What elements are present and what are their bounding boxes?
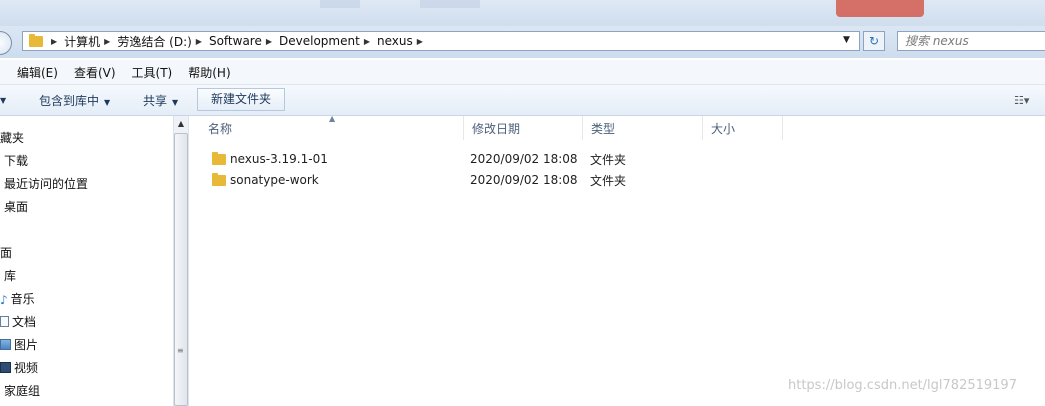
nav-label: 下载	[4, 154, 29, 168]
breadcrumb-drive[interactable]: 劳逸结合 (D:) ▶	[117, 33, 209, 50]
column-header-type[interactable]: 类型	[583, 116, 703, 140]
organize-dropdown-icon[interactable]: ▼	[0, 92, 6, 106]
close-window-button[interactable]	[836, 0, 924, 17]
nav-label: 家庭组	[4, 384, 41, 398]
nav-label: 收藏夹	[0, 131, 25, 145]
breadcrumb-label: 计算机	[64, 34, 101, 49]
nav-favorites[interactable]: 收藏夹	[0, 129, 24, 146]
file-row[interactable]: nexus-3.19.1-01 2020/09/02 18:08 文件夹	[205, 149, 1045, 169]
scroll-grip-icon: ≡	[177, 346, 184, 355]
address-bar[interactable]: ▶ 计算机 ▶ 劳逸结合 (D:) ▶ Software ▶ Development ▶…	[22, 31, 860, 51]
document-icon	[0, 316, 9, 327]
file-date: 2020/09/02 18:08	[470, 173, 578, 187]
share-button[interactable]: 共享 ▼	[143, 92, 178, 109]
menu-edit[interactable]: 编辑(E)	[17, 64, 58, 81]
refresh-icon: ↻	[868, 34, 880, 48]
folder-icon	[212, 151, 226, 165]
nav-downloads[interactable]: 下载	[4, 152, 28, 169]
nav-recent-places[interactable]: 最近访问的位置	[4, 175, 88, 192]
file-type: 文件夹	[590, 152, 627, 167]
scroll-thumb[interactable]	[174, 133, 188, 406]
menu-tools[interactable]: 工具(T)	[132, 64, 173, 81]
new-folder-button[interactable]: 新建文件夹	[197, 88, 285, 111]
file-name: nexus-3.19.1-01	[230, 152, 328, 166]
file-date: 2020/09/02 18:08	[470, 152, 578, 166]
column-header-size[interactable]: 大小	[703, 116, 783, 140]
column-header-name[interactable]: 名称	[200, 116, 464, 140]
breadcrumb-software[interactable]: Software ▶	[209, 34, 279, 48]
music-note-icon: ♪	[0, 293, 8, 307]
breadcrumb-label: Software	[208, 34, 262, 48]
breadcrumb-computer[interactable]: 计算机 ▶	[64, 33, 117, 50]
nav-label: 音乐	[10, 292, 35, 306]
nav-label: 最近访问的位置	[4, 177, 89, 191]
breadcrumb-arrow-icon[interactable]: ▶	[51, 37, 57, 46]
nav-desktop[interactable]: 桌面	[0, 244, 12, 261]
nav-libraries[interactable]: 库	[4, 267, 16, 284]
folder-icon	[29, 33, 43, 47]
nav-desktop-favorite[interactable]: 桌面	[4, 198, 28, 215]
view-options-icon[interactable]: ☷▾	[1014, 94, 1029, 107]
breadcrumb-arrow-icon[interactable]: ▶	[364, 37, 370, 46]
nav-documents[interactable]: 文档	[0, 313, 36, 330]
file-row[interactable]: sonatype-work 2020/09/02 18:08 文件夹	[205, 170, 1045, 190]
nav-homegroup[interactable]: 家庭组	[4, 382, 40, 399]
share-label: 共享	[143, 94, 168, 108]
menu-view[interactable]: 查看(V)	[74, 64, 116, 81]
address-dropdown-icon[interactable]: ▼	[843, 35, 850, 45]
title-fade-2	[320, 0, 360, 8]
breadcrumb-arrow-icon[interactable]: ▶	[196, 37, 202, 46]
include-in-library-button[interactable]: 包含到库中 ▼	[39, 92, 110, 109]
title-fade	[420, 0, 480, 8]
file-name: sonatype-work	[230, 173, 319, 187]
file-type: 文件夹	[590, 173, 627, 188]
scroll-up-arrow-icon[interactable]: ▲	[173, 116, 189, 132]
nav-label: 库	[4, 269, 17, 283]
include-in-library-label: 包含到库中	[39, 94, 100, 108]
chevron-down-icon: ▼	[172, 98, 179, 107]
watermark: https://blog.csdn.net/lgl782519197	[788, 378, 1017, 393]
nav-label: 视频	[14, 361, 39, 375]
breadcrumb-label: nexus	[376, 34, 413, 48]
breadcrumb-label: Development	[279, 34, 360, 48]
menu-help[interactable]: 帮助(H)	[188, 64, 230, 81]
picture-icon	[0, 339, 11, 350]
search-input[interactable]: 搜索 nexus	[897, 31, 1045, 51]
breadcrumb-arrow-icon[interactable]: ▶	[417, 37, 423, 46]
video-icon	[0, 362, 11, 373]
nav-label: 桌面	[4, 200, 29, 214]
nav-label: 图片	[14, 338, 39, 352]
refresh-button[interactable]: ↻	[863, 31, 885, 51]
breadcrumb-arrow-icon[interactable]: ▶	[266, 37, 272, 46]
breadcrumb-root[interactable]: ▶	[47, 37, 64, 46]
nav-music[interactable]: ♪ 音乐	[0, 290, 35, 307]
column-header-date[interactable]: 修改日期	[464, 116, 583, 140]
breadcrumb-label: 劳逸结合 (D:)	[117, 34, 192, 49]
menu-bar: 编辑(E) 查看(V) 工具(T) 帮助(H)	[0, 60, 1045, 85]
nav-label: 桌面	[0, 246, 13, 260]
nav-pictures[interactable]: 图片	[0, 336, 38, 353]
nav-videos[interactable]: 视频	[0, 359, 38, 376]
command-bar: ▼ 包含到库中 ▼ 共享 ▼ 新建文件夹	[0, 85, 1045, 116]
chevron-down-icon: ▼	[104, 98, 111, 107]
breadcrumb-development[interactable]: Development ▶	[279, 34, 377, 48]
breadcrumb-nexus[interactable]: nexus ▶	[377, 34, 430, 48]
nav-label: 文档	[12, 315, 37, 329]
folder-icon	[212, 172, 226, 186]
breadcrumb-arrow-icon[interactable]: ▶	[104, 37, 110, 46]
